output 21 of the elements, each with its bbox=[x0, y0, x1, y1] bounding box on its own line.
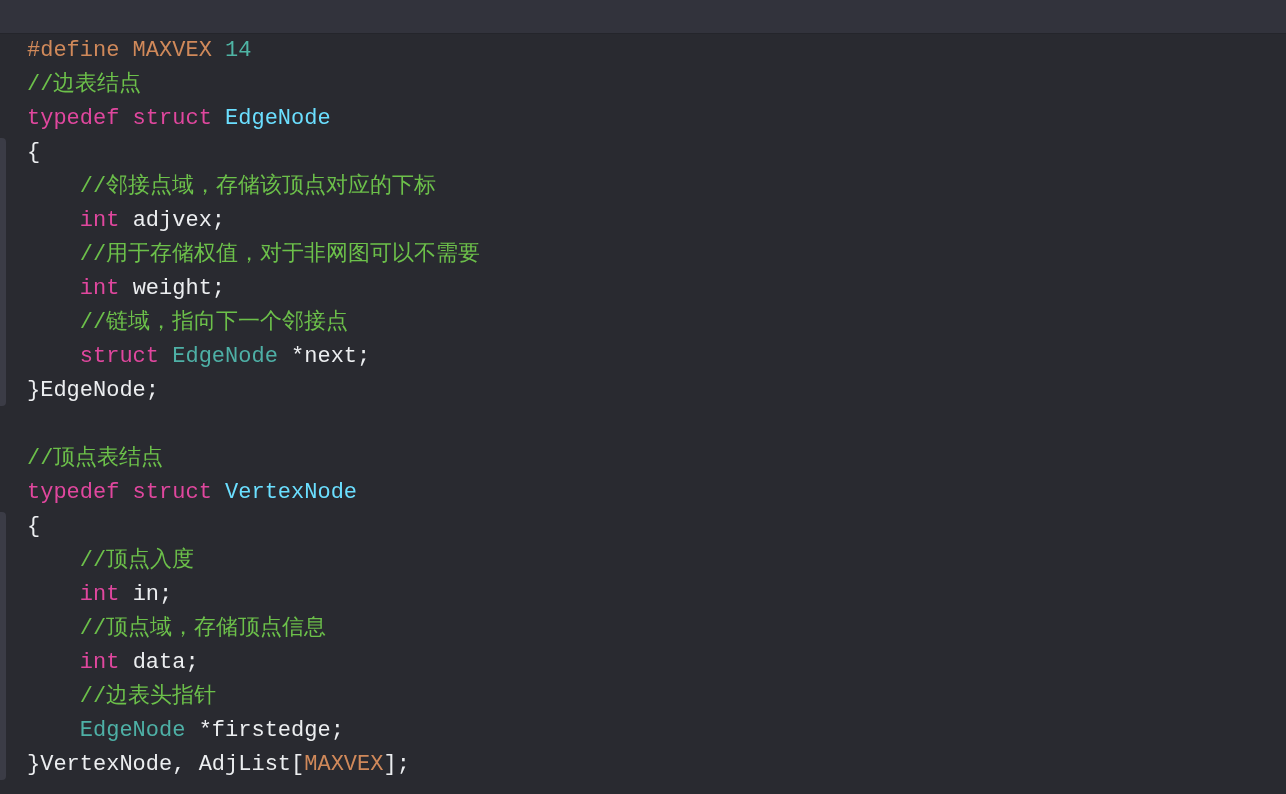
code-line: //顶点入度 bbox=[78, 546, 195, 575]
code-line: //邻接点域，存储该顶点对应的下标 bbox=[78, 172, 437, 201]
code-line: int weight; bbox=[78, 275, 226, 303]
code-line: int in; bbox=[78, 581, 173, 609]
code-line: { bbox=[27, 513, 41, 541]
code-line: //顶点表结点 bbox=[27, 444, 164, 473]
code-line: //边表头指针 bbox=[78, 683, 217, 711]
code-line: //用于存储权值，对于非网图可以不需要 bbox=[78, 241, 481, 269]
code-line: EdgeNode *firstedge; bbox=[78, 717, 344, 745]
code-line: //顶点域，存储顶点信息 bbox=[78, 614, 327, 643]
code-line: }VertexNode, AdjList[MAXVEX]; bbox=[27, 751, 410, 779]
code-line: struct EdgeNode *next; bbox=[78, 343, 371, 371]
code-line: typedef struct VertexNode bbox=[27, 479, 358, 507]
code-line: }EdgeNode; bbox=[27, 377, 160, 405]
code-line: //边表结点 bbox=[27, 70, 142, 99]
code-line: int adjvex; bbox=[78, 207, 226, 235]
code-line: int data; bbox=[78, 649, 199, 677]
code-line: #define MAXVEX 14 bbox=[27, 37, 252, 65]
code-line: //链域，指向下一个邻接点 bbox=[78, 308, 349, 337]
code-line: { bbox=[27, 139, 41, 167]
code-line: typedef struct EdgeNode bbox=[27, 105, 331, 133]
